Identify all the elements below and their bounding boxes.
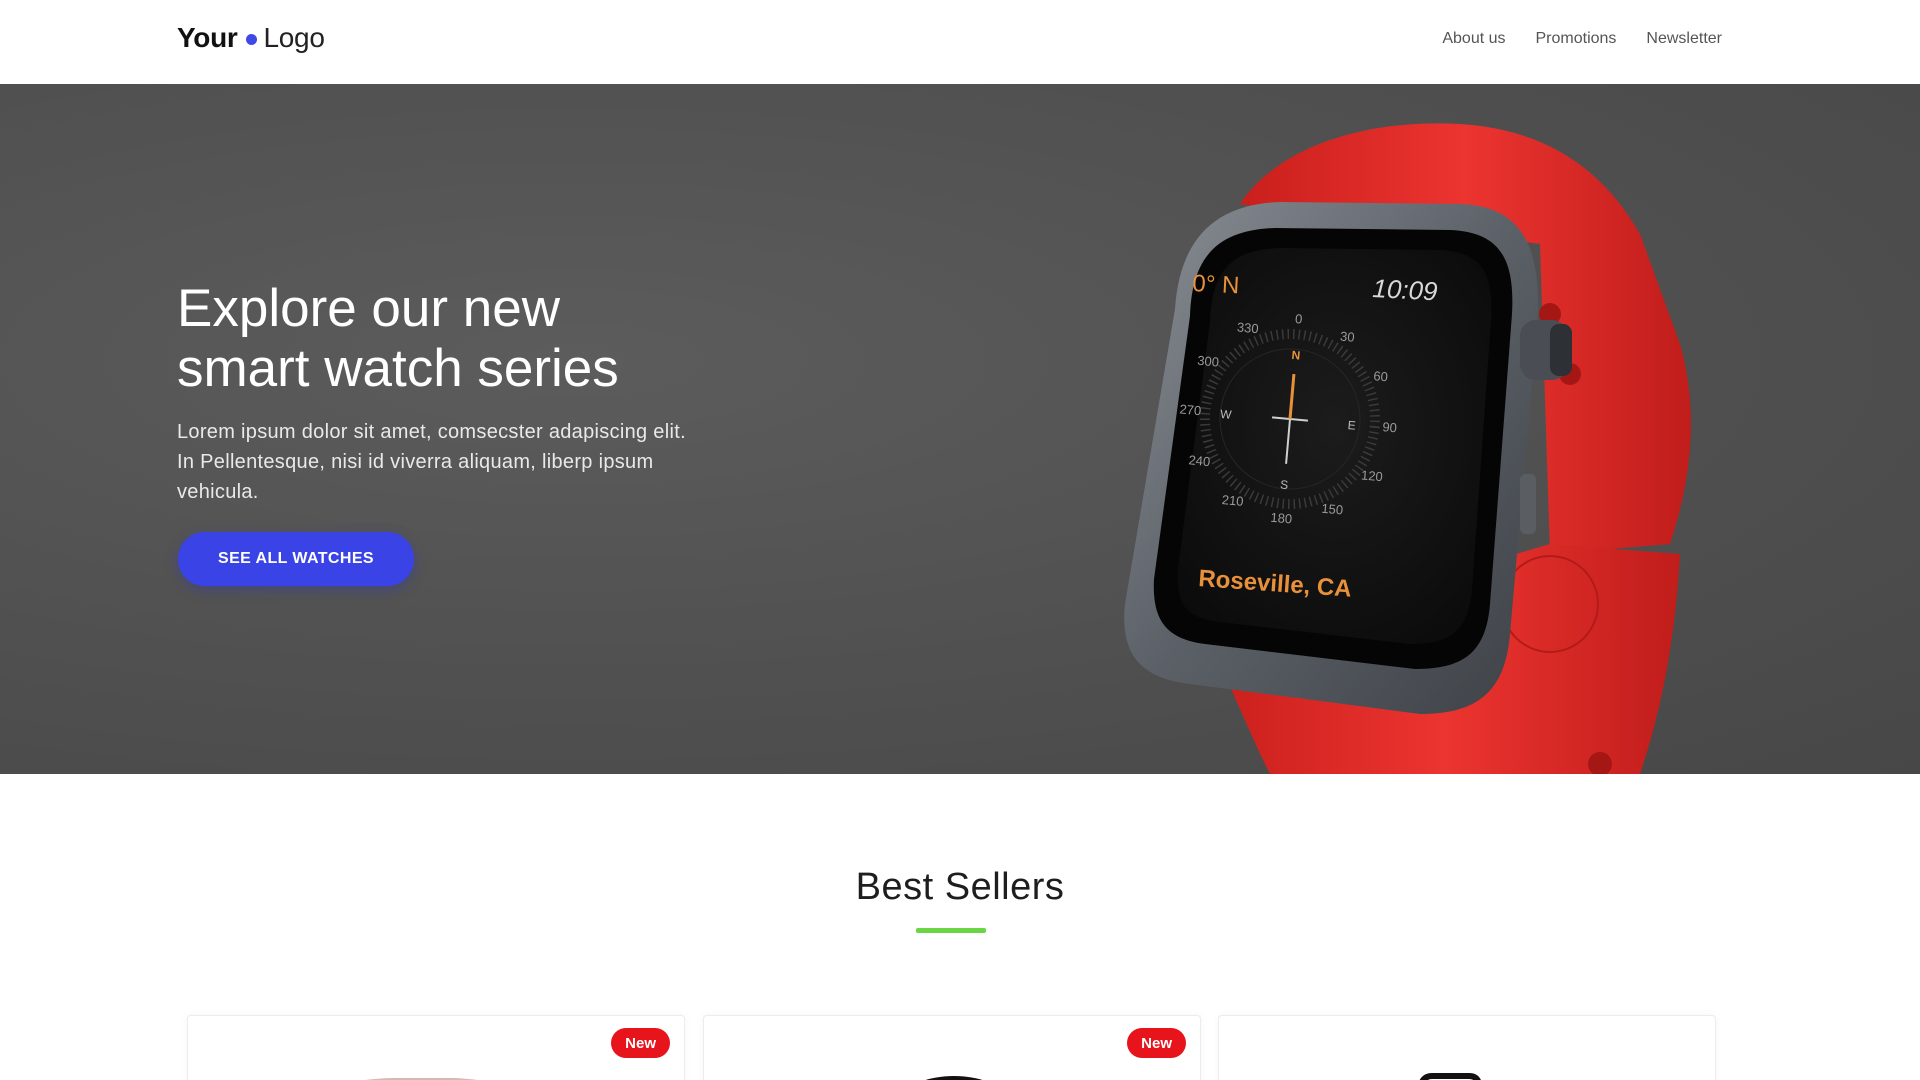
hero-title: Explore our new smart watch series bbox=[177, 279, 737, 399]
nav-link-newsletter[interactable]: Newsletter bbox=[1646, 30, 1722, 48]
site-header: Your Logo About us Promotions Newsletter bbox=[0, 0, 1920, 84]
nav-link-promotions[interactable]: Promotions bbox=[1536, 30, 1617, 48]
compass-north: N bbox=[1291, 348, 1301, 363]
watch-time-text: 10:09 bbox=[1372, 273, 1439, 306]
compass-degree-label: 120 bbox=[1360, 467, 1383, 484]
hero-title-line-1: Explore our new bbox=[177, 279, 560, 338]
new-badge: New bbox=[611, 1028, 670, 1058]
title-underline bbox=[916, 928, 986, 933]
compass-degree-label: 60 bbox=[1373, 368, 1389, 384]
logo[interactable]: Your Logo bbox=[177, 22, 325, 54]
product-card[interactable] bbox=[1218, 1015, 1716, 1080]
black-round-watch-image bbox=[925, 1076, 983, 1080]
compass-degree-label: 270 bbox=[1179, 401, 1202, 418]
compass-degree-label: 180 bbox=[1270, 510, 1293, 527]
compass-degree-label: 330 bbox=[1236, 319, 1259, 336]
product-card[interactable]: New bbox=[187, 1015, 685, 1080]
hero-banner: Explore our new smart watch series Lorem… bbox=[0, 84, 1920, 774]
compass-degree-label: 240 bbox=[1188, 452, 1211, 469]
main-nav: About us Promotions Newsletter bbox=[1442, 30, 1722, 48]
black-square-watch-image bbox=[1419, 1073, 1481, 1080]
logo-text-bold: Your bbox=[177, 22, 238, 53]
new-badge: New bbox=[1127, 1028, 1186, 1058]
compass-degree-label: 90 bbox=[1382, 419, 1398, 435]
rose-gold-watch-image bbox=[365, 1078, 478, 1080]
compass-degree-label: 0 bbox=[1295, 311, 1304, 327]
compass-degree-label: 210 bbox=[1221, 492, 1244, 509]
product-cards: New New bbox=[187, 1015, 1717, 1080]
watch-heading-text: 0° N bbox=[1192, 270, 1240, 299]
hero-title-line-2: smart watch series bbox=[177, 339, 619, 398]
nav-link-about-us[interactable]: About us bbox=[1442, 30, 1505, 48]
compass-south: S bbox=[1280, 477, 1289, 492]
compass-east: E bbox=[1347, 418, 1356, 433]
best-sellers-title: Best Sellers bbox=[855, 866, 1065, 908]
product-card[interactable]: New bbox=[703, 1015, 1201, 1080]
logo-text-light: Logo bbox=[263, 22, 325, 53]
smart-watch-image: 0° N 10:09 Roseville, CA N E S W 0306090… bbox=[1124, 123, 1691, 774]
compass-degree-label: 150 bbox=[1321, 501, 1344, 518]
compass-degree-label: 30 bbox=[1340, 328, 1356, 344]
logo-dot-icon bbox=[245, 33, 257, 45]
compass-degree-label: 300 bbox=[1197, 353, 1220, 370]
hero-description: Lorem ipsum dolor sit amet, comsecster a… bbox=[177, 421, 686, 503]
see-all-watches-button[interactable]: SEE ALL WATCHES bbox=[178, 532, 414, 586]
compass-west: W bbox=[1220, 407, 1233, 422]
